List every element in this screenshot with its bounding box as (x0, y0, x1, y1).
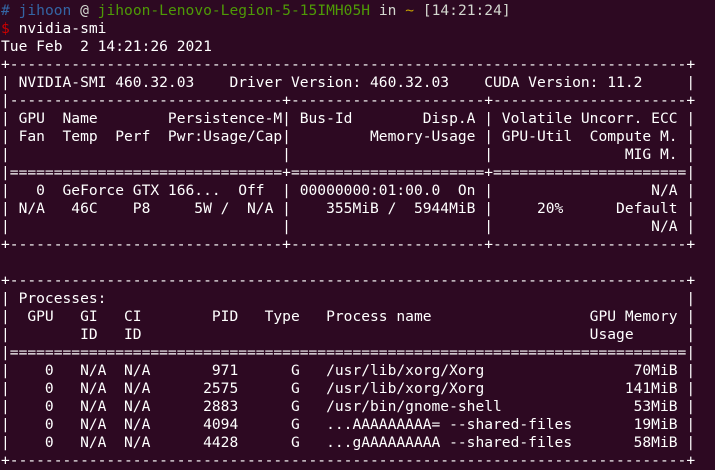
output-line: | 0 N/A N/A 4094 G ...AAAAAAAAA= --share… (1, 416, 696, 433)
output-line: | ID ID Usage | (1, 326, 696, 343)
prompt-host: jihoon-Lenovo-Legion-5-15IMH05H (97, 2, 371, 19)
prompt-time: [14:21:24] (422, 2, 511, 19)
output-line: |=======================================… (1, 344, 696, 361)
output-line: | Processes: | (1, 290, 696, 307)
output-line: +---------------------------------------… (1, 272, 696, 289)
output-line: +---------------------------------------… (1, 452, 696, 469)
terminal-window[interactable]: # jihoon @ jihoon-Lenovo-Legion-5-15IMH0… (0, 0, 715, 470)
output-line: | | | MIG M. | (1, 146, 696, 163)
output-line: |===============================+=======… (1, 164, 696, 181)
output-line: | Fan Temp Perf Pwr:Usage/Cap| Memory-Us… (1, 128, 696, 145)
output-line: | 0 N/A N/A 4428 G ...gAAAAAAAAA --share… (1, 434, 696, 451)
output-line: | N/A 46C P8 5W / N/A | 355MiB / 5944MiB… (1, 200, 696, 217)
output-line: | 0 GeForce GTX 166... Off | 00000000:01… (1, 182, 696, 199)
output-line: | GPU GI CI PID Type Process name GPU Me… (1, 308, 696, 325)
prompt-in: in (370, 2, 406, 19)
output-line: Tue Feb 2 14:21:26 2021 (1, 38, 212, 55)
prompt-at: @ (71, 2, 98, 19)
output-line: | NVIDIA-SMI 460.32.03 Driver Version: 4… (1, 74, 696, 91)
command-text: nvidia-smi (18, 20, 107, 37)
output-line: | 0 N/A N/A 2575 G /usr/lib/xorg/Xorg 14… (1, 380, 696, 397)
output-line: |-------------------------------+-------… (1, 92, 696, 109)
prompt-path: ~ (405, 2, 414, 19)
prompt-line: # jihoon @ jihoon-Lenovo-Legion-5-15IMH0… (1, 2, 715, 20)
output-line: | 0 N/A N/A 2883 G /usr/bin/gnome-shell … (1, 398, 696, 415)
prompt-dollar: $ (1, 20, 10, 37)
prompt-hash: # (1, 2, 10, 19)
output-line: | 0 N/A N/A 971 G /usr/lib/xorg/Xorg 70M… (1, 362, 696, 379)
prompt-user: jihoon (18, 2, 72, 19)
output-line: | GPU Name Persistence-M| Bus-Id Disp.A … (1, 110, 696, 127)
output-line: | | | N/A | (1, 218, 696, 235)
command-output: Tue Feb 2 14:21:26 2021 +----------------… (1, 38, 715, 470)
output-line: +-------------------------------+-------… (1, 236, 696, 253)
command-line[interactable]: $ nvidia-smi (1, 20, 715, 38)
output-line: +---------------------------------------… (1, 56, 696, 73)
